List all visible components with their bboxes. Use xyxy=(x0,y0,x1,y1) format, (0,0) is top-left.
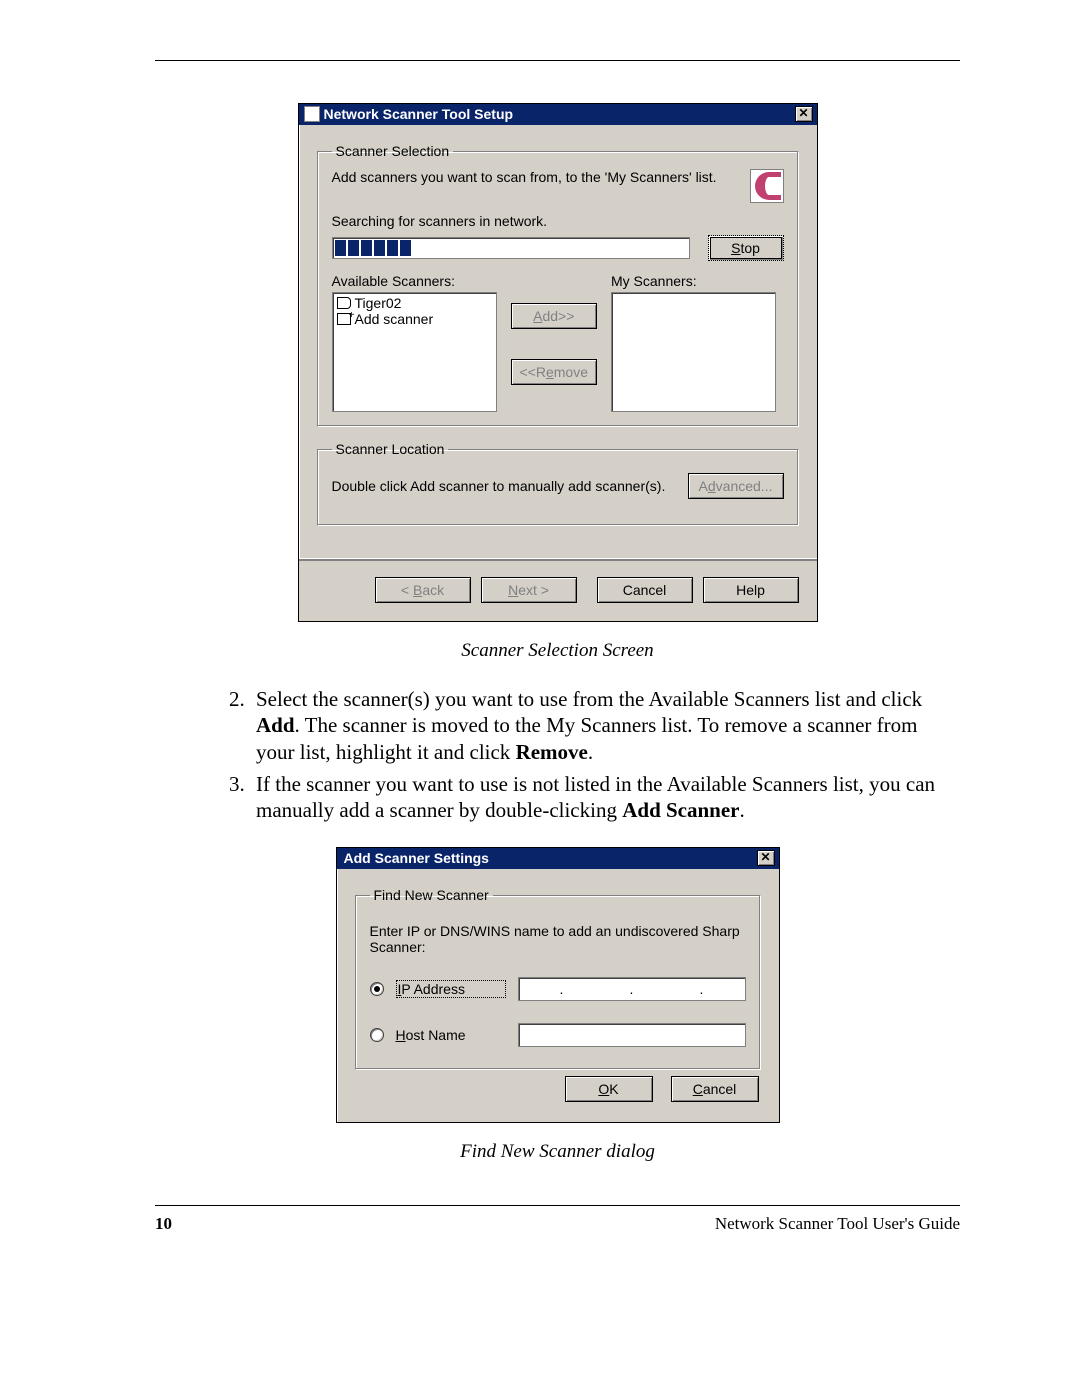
list-item[interactable]: Add scanner xyxy=(335,311,494,327)
ok-button[interactable]: OK xyxy=(565,1076,653,1102)
scanner-location-group: Scanner Location Double click Add scanne… xyxy=(317,441,799,526)
find-new-scanner-group: Find New Scanner Enter IP or DNS/WINS na… xyxy=(355,887,761,1070)
host-name-row: Host Name xyxy=(370,1023,746,1047)
ip-address-radio[interactable] xyxy=(370,982,384,996)
available-scanners-listbox[interactable]: Tiger02 Add scanner xyxy=(332,292,497,412)
dialog-body: Scanner Selection Add scanners you want … xyxy=(299,125,817,558)
host-name-input[interactable] xyxy=(518,1023,746,1047)
titlebar: Network Scanner Tool Setup ✕ xyxy=(299,104,817,125)
page-footer: 10 Network Scanner Tool User's Guide xyxy=(155,1205,960,1234)
top-rule xyxy=(155,60,960,61)
scanner-selection-legend: Scanner Selection xyxy=(332,143,454,159)
selection-header-row: Add scanners you want to scan from, to t… xyxy=(332,169,784,203)
selection-instruction: Add scanners you want to scan from, to t… xyxy=(332,169,736,185)
list-item-label: Add scanner xyxy=(355,311,434,327)
back-button[interactable]: < Back xyxy=(375,577,471,603)
my-scanners-block: My Scanners: xyxy=(611,273,776,412)
figure-scanner-selection: Network Scanner Tool Setup ✕ Scanner Sel… xyxy=(155,103,960,622)
location-row: Double click Add scanner to manually add… xyxy=(332,467,784,511)
my-scanners-listbox[interactable] xyxy=(611,292,776,412)
cancel-button[interactable]: Cancel xyxy=(597,577,693,603)
searching-status: Searching for scanners in network. xyxy=(332,213,784,229)
add-scanner-settings-dialog: Add Scanner Settings ✕ Find New Scanner … xyxy=(336,847,780,1123)
figure-caption-1: Scanner Selection Screen xyxy=(155,640,960,662)
add-scanner-icon xyxy=(337,313,351,325)
figure-caption-2: Find New Scanner dialog xyxy=(155,1141,960,1163)
scanner-location-legend: Scanner Location xyxy=(332,441,449,457)
find-new-scanner-legend: Find New Scanner xyxy=(370,887,493,903)
dialog2-buttons: OK Cancel xyxy=(355,1070,761,1104)
document-page: Network Scanner Tool Setup ✕ Scanner Sel… xyxy=(0,0,1080,1274)
ip-address-label[interactable]: IP Address xyxy=(396,980,506,998)
add-button[interactable]: Add>> xyxy=(511,303,598,329)
instruction-list: Select the scanner(s) you want to use fr… xyxy=(155,686,960,823)
my-scanners-label: My Scanners: xyxy=(611,273,776,289)
search-progress-bar xyxy=(332,237,690,259)
host-name-label[interactable]: Host Name xyxy=(396,1027,506,1043)
scanner-tool-setup-dialog: Network Scanner Tool Setup ✕ Scanner Sel… xyxy=(298,103,818,622)
find-instruction: Enter IP or DNS/WINS name to add an undi… xyxy=(370,923,746,955)
dialog-title: Add Scanner Settings xyxy=(342,850,753,866)
scanner-selection-group: Scanner Selection Add scanners you want … xyxy=(317,143,799,427)
figure-add-scanner-settings: Add Scanner Settings ✕ Find New Scanner … xyxy=(155,847,960,1123)
wizard-button-bar: < Back Next > Cancel Help xyxy=(299,558,817,621)
cancel-button[interactable]: Cancel xyxy=(671,1076,759,1102)
remove-button[interactable]: <<Remove xyxy=(511,359,598,385)
available-scanners-block: Available Scanners: Tiger02 Add scanner xyxy=(332,273,497,412)
available-label: Available Scanners: xyxy=(332,273,497,289)
page-number: 10 xyxy=(155,1214,172,1234)
scanner-icon xyxy=(337,297,351,309)
ip-address-input[interactable]: ... xyxy=(518,977,746,1001)
scanner-lists: Available Scanners: Tiger02 Add scanner xyxy=(332,273,784,412)
advanced-button[interactable]: Advanced... xyxy=(688,473,784,499)
help-button[interactable]: Help xyxy=(703,577,799,603)
next-button[interactable]: Next > xyxy=(481,577,577,603)
scanner-document-icon xyxy=(750,169,784,203)
transfer-buttons: Add>> <<Remove xyxy=(511,273,598,385)
ip-address-row: IP Address ... xyxy=(370,977,746,1001)
list-item-label: Tiger02 xyxy=(355,295,402,311)
stop-button[interactable]: Stop xyxy=(708,235,784,261)
titlebar: Add Scanner Settings ✕ xyxy=(337,848,779,869)
list-item[interactable]: Tiger02 xyxy=(335,295,494,311)
footer-title: Network Scanner Tool User's Guide xyxy=(715,1214,960,1234)
host-name-radio[interactable] xyxy=(370,1028,384,1042)
dialog-body: Find New Scanner Enter IP or DNS/WINS na… xyxy=(337,869,779,1122)
progress-row: Stop xyxy=(332,235,784,261)
dialog-title: Network Scanner Tool Setup xyxy=(324,106,791,122)
close-icon[interactable]: ✕ xyxy=(757,850,775,866)
location-text: Double click Add scanner to manually add… xyxy=(332,478,672,494)
close-icon[interactable]: ✕ xyxy=(795,106,813,122)
instruction-step-3: If the scanner you want to use is not li… xyxy=(250,771,960,824)
instruction-step-2: Select the scanner(s) you want to use fr… xyxy=(250,686,960,765)
app-icon xyxy=(304,106,320,122)
